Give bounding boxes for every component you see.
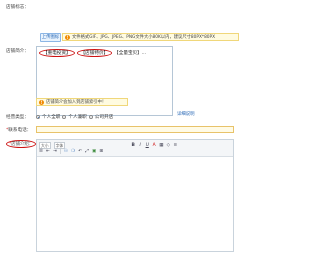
logo-tip-text: 文件格式GIF、JPG、JPEG、PNG文件大小80K以内，建议尺寸80PX*8… xyxy=(72,35,216,40)
radio-fulltime[interactable] xyxy=(36,115,40,119)
contact-phone-input[interactable] xyxy=(36,126,234,133)
toolbar-row-2: ☰ ⇤ ⇥ ⚇ ❍ ↶ ⤢ ▣ ⊞ xyxy=(39,149,103,154)
intro-tag: 【全量宝贝】... xyxy=(114,51,147,56)
font-size-select[interactable]: 大小 xyxy=(39,142,51,149)
intro-tag: 【重电投资】 xyxy=(39,49,75,57)
indent-button[interactable]: ⇥ xyxy=(53,149,57,154)
warning-icon: ! xyxy=(65,34,70,40)
radio-label: 个人全职 xyxy=(42,115,61,120)
business-type-radio-group: 个人全职 个人兼职 公司开店 xyxy=(36,114,113,120)
upload-icon-button[interactable]: 上传图标 xyxy=(40,33,61,42)
editor-content-area[interactable] xyxy=(37,156,233,251)
store-desc-label: *店铺介绍： xyxy=(6,140,37,148)
radio-label: 公司开店 xyxy=(94,115,114,120)
toolbar-separator xyxy=(60,149,61,154)
fullscreen-icon[interactable]: ⤢ xyxy=(85,149,89,154)
align-button[interactable]: ≡ xyxy=(173,143,178,148)
intro-tip: ! 店铺简介会加入到店铺索引中！ xyxy=(36,98,128,106)
detail-link[interactable]: 详细说明 xyxy=(177,111,195,117)
editor-toolbar: 大小 字体 B I U A ▦ ◇ ≡ ☰ ⇤ ⇥ ⚇ ❍ ↶ ⤢ ▣ ⊞ xyxy=(37,140,233,157)
logo-format-tip: ! 文件格式GIF、JPG、JPEG、PNG文件大小80K以内，建议尺寸80PX… xyxy=(62,33,239,41)
underline-button[interactable]: U xyxy=(145,143,149,148)
link-icon[interactable]: ❍ xyxy=(71,149,75,154)
list-button[interactable]: ☰ xyxy=(39,149,43,154)
store-intro-label: 店铺简介： xyxy=(6,49,29,54)
italic-button[interactable]: I xyxy=(138,143,142,148)
font-color-button[interactable]: A xyxy=(152,143,156,148)
background-color-button[interactable]: ▦ xyxy=(159,143,163,148)
contact-label-text: 联系电话： xyxy=(8,128,32,133)
table-icon[interactable]: ⊞ xyxy=(99,149,103,154)
undo-icon[interactable]: ↶ xyxy=(78,149,82,154)
store-logo-label: 店铺标志： xyxy=(6,5,29,10)
bold-button[interactable]: B xyxy=(131,143,135,148)
rich-text-editor[interactable]: 大小 字体 B I U A ▦ ◇ ≡ ☰ ⇤ ⇥ ⚇ ❍ ↶ ⤢ ▣ ⊞ xyxy=(36,139,234,252)
outdent-button[interactable]: ⇤ xyxy=(46,149,50,154)
radio-parttime[interactable] xyxy=(62,115,67,119)
radio-label: 个人兼职 xyxy=(68,115,87,120)
contact-label: *联系电话： xyxy=(6,127,31,133)
intro-tip-text: 店铺简介会加入到店铺索引中！ xyxy=(46,100,107,105)
emoticon-icon[interactable]: ⚇ xyxy=(64,149,68,154)
toolbar-row-1: 大小 字体 B I U A ▦ ◇ ≡ xyxy=(39,142,177,149)
image-icon[interactable]: ▣ xyxy=(92,149,96,154)
warning-icon: ! xyxy=(39,99,44,105)
style-button[interactable]: ◇ xyxy=(166,143,170,148)
intro-tag: 【店铺特价】 xyxy=(76,49,113,57)
radio-company[interactable] xyxy=(88,115,93,119)
business-type-label: 经营类型： xyxy=(6,115,29,120)
store-desc-label-text: 店铺介绍： xyxy=(11,142,34,147)
font-family-select[interactable]: 字体 xyxy=(53,142,66,149)
